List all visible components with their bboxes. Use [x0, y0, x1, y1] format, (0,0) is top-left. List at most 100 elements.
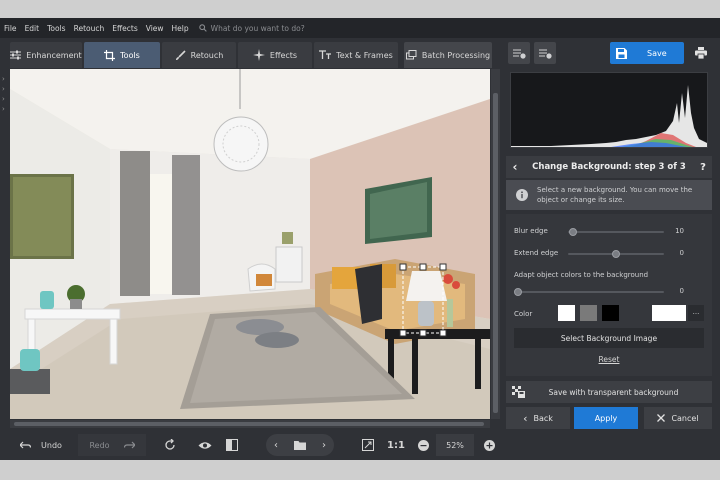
menu-retouch[interactable]: Retouch	[70, 24, 109, 33]
photo-editor-window: File Edit Tools Retouch Effects View Hel…	[0, 18, 720, 460]
add-layer-button[interactable]	[508, 42, 530, 64]
redo-label: Redo	[89, 440, 110, 450]
blur-edge-slider[interactable]	[568, 231, 664, 233]
redo-button[interactable]: Redo	[78, 434, 146, 456]
blur-edge-label: Blur edge	[514, 227, 548, 235]
right-panel-toolbar: Save	[506, 42, 712, 68]
search-icon	[198, 24, 207, 32]
extend-edge-knob[interactable]	[612, 250, 620, 258]
zoom-out-button[interactable]	[414, 434, 432, 456]
main-tabs: Enhancement Tools Retouch Effects Text &…	[10, 42, 492, 68]
info-box: Select a new background. You can move th…	[506, 180, 712, 210]
swatch-white[interactable]	[558, 305, 575, 321]
compare-icon	[226, 439, 238, 451]
adapt-colors-knob[interactable]	[514, 288, 522, 296]
undo-button[interactable]: Undo	[8, 434, 74, 456]
save-label: Save	[647, 48, 667, 58]
search-box[interactable]: What do you want to do?	[198, 23, 305, 33]
blur-edge-value: 10	[675, 227, 684, 235]
blur-edge-knob[interactable]	[568, 228, 577, 236]
menu-effects[interactable]: Effects	[108, 24, 142, 33]
adapt-colors-value: 0	[679, 287, 684, 295]
step-back-button[interactable]: ‹	[506, 160, 524, 174]
swatch-black[interactable]	[602, 305, 619, 321]
tab-batch-processing[interactable]: Batch Processing	[404, 42, 492, 68]
bottom-toolbar: Undo Redo ‹ › 1:1 52%	[0, 430, 500, 460]
fit-to-screen-button[interactable]	[358, 434, 378, 456]
redo-icon	[123, 441, 135, 449]
background-options: Blur edge 10 Extend edge 0 Adapt object …	[506, 214, 712, 376]
horizontal-scrollbar[interactable]	[10, 420, 490, 428]
color-label: Color	[514, 310, 533, 318]
tab-retouch[interactable]: Retouch	[162, 42, 236, 68]
printer-icon	[695, 47, 707, 59]
menu-help[interactable]: Help	[168, 24, 193, 33]
save-transparent-label: Save with transparent background	[548, 387, 679, 397]
next-file-button[interactable]: ›	[322, 440, 326, 451]
save-transparent-button[interactable]: Save with transparent background	[506, 381, 712, 403]
back-button[interactable]: ‹ Back	[506, 407, 570, 429]
close-icon	[657, 414, 666, 422]
save-button[interactable]: Save	[610, 42, 684, 64]
menu-view[interactable]: View	[142, 24, 168, 33]
swatch-gray[interactable]	[580, 305, 597, 321]
plus-icon	[483, 439, 495, 451]
tab-tools[interactable]: Tools	[84, 42, 160, 68]
sparkle-icon	[252, 49, 265, 61]
info-text: Select a new background. You can move th…	[537, 186, 693, 204]
eye-icon	[198, 441, 212, 449]
apply-button[interactable]: Apply	[574, 407, 638, 429]
search-placeholder: What do you want to do?	[210, 23, 305, 33]
room-photo	[10, 69, 490, 419]
minus-icon	[417, 439, 429, 451]
tab-enhancement[interactable]: Enhancement	[10, 42, 82, 68]
step-header: ‹ Change Background: step 3 of 3 ?	[506, 156, 712, 178]
info-icon	[516, 189, 528, 201]
menu-file[interactable]: File	[0, 24, 21, 33]
histogram	[510, 72, 708, 148]
cancel-button[interactable]: Cancel	[644, 407, 712, 429]
sliders-icon	[10, 50, 22, 60]
brush-icon	[175, 49, 186, 60]
text-icon	[319, 50, 332, 59]
floppy-icon	[616, 47, 627, 59]
photo-canvas[interactable]	[10, 69, 490, 419]
prev-file-button[interactable]: ‹	[274, 440, 278, 451]
collapsed-panel-arrows[interactable]: › › › ›	[2, 74, 10, 114]
help-button[interactable]: ?	[694, 162, 712, 173]
print-button[interactable]	[690, 42, 712, 64]
tab-label: Retouch	[190, 50, 224, 60]
tab-label: Batch Processing	[421, 50, 491, 60]
rotate-icon	[165, 439, 175, 450]
zoom-level[interactable]: 52%	[436, 434, 474, 456]
folder-icon[interactable]	[294, 440, 306, 450]
scroll-thumb[interactable]	[14, 422, 484, 426]
menu-edit[interactable]: Edit	[21, 24, 44, 33]
menu-tools[interactable]: Tools	[43, 24, 69, 33]
scroll-thumb[interactable]	[493, 93, 498, 413]
tab-text-frames[interactable]: Text & Frames	[314, 42, 398, 68]
compare-button[interactable]	[222, 434, 242, 456]
layers-add-icon	[512, 49, 526, 59]
rotate-button[interactable]	[160, 434, 180, 456]
custom-color-swatch[interactable]	[652, 305, 686, 321]
remove-layer-button[interactable]	[534, 42, 556, 64]
tab-effects[interactable]: Effects	[238, 42, 312, 68]
extend-edge-value: 0	[679, 249, 684, 257]
adapt-colors-slider[interactable]	[518, 291, 664, 293]
vertical-scrollbar[interactable]	[491, 69, 500, 419]
adapt-colors-label: Adapt object colors to the background	[514, 271, 649, 279]
actual-size-button[interactable]: 1:1	[384, 434, 408, 456]
layers-remove-icon	[538, 49, 552, 59]
tab-label: Text & Frames	[336, 50, 393, 60]
zoom-in-button[interactable]	[480, 434, 498, 456]
histogram-graph	[511, 85, 707, 147]
back-label: Back	[533, 413, 553, 423]
preview-button[interactable]	[194, 434, 216, 456]
reset-link[interactable]: Reset	[506, 355, 712, 364]
more-colors-button[interactable]: ...	[688, 305, 704, 321]
extend-edge-label: Extend edge	[514, 249, 559, 257]
select-background-image-button[interactable]: Select Background Image	[514, 328, 704, 348]
file-navigator: ‹ ›	[266, 434, 334, 456]
undo-label: Undo	[41, 440, 62, 450]
